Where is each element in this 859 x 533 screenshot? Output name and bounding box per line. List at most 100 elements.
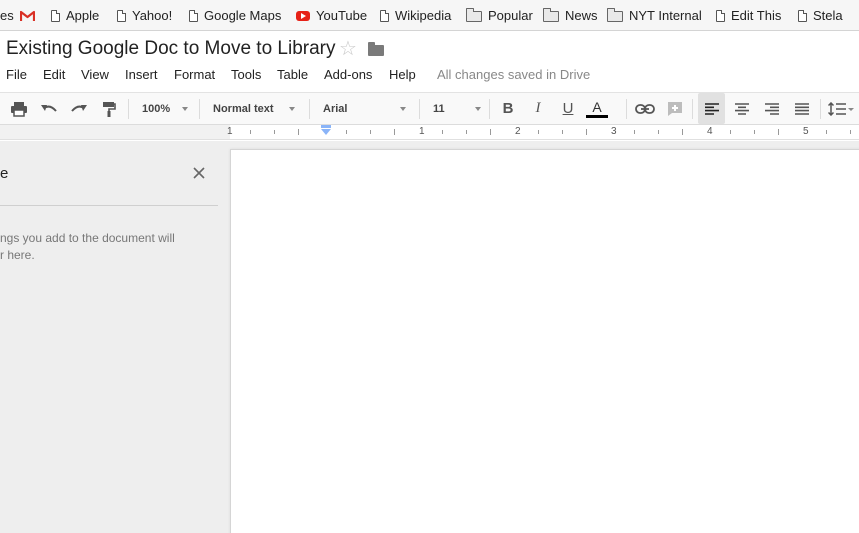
ruler-tick <box>250 130 251 134</box>
ruler-label: 2 <box>515 126 521 137</box>
toolbar-divider <box>309 99 310 119</box>
zoom-select[interactable]: 100% <box>142 93 194 124</box>
folder-icon <box>607 8 623 22</box>
text-color-button[interactable]: A <box>585 93 609 124</box>
menu-table[interactable]: Table <box>277 67 308 82</box>
print-icon <box>11 101 27 117</box>
outline-panel-title: e <box>0 165 9 182</box>
star-icon[interactable]: ☆ <box>339 38 357 60</box>
italic-button[interactable]: I <box>527 93 549 124</box>
underline-button[interactable]: U <box>557 93 579 124</box>
toolbar-divider <box>128 99 129 119</box>
ruler-tick <box>586 129 587 135</box>
toolbar-divider <box>692 99 693 119</box>
menu-bar: File Edit View Insert Format Tools Table… <box>0 64 859 86</box>
youtube-icon <box>296 10 310 21</box>
add-comment-icon <box>668 101 682 116</box>
menu-help[interactable]: Help <box>389 67 416 82</box>
bookmark-google-maps[interactable]: Google Maps <box>189 0 281 31</box>
ruler-tick <box>754 130 755 134</box>
align-center-button[interactable] <box>730 93 754 124</box>
bookmark-apple[interactable]: Apple <box>51 0 99 31</box>
bookmarks-bar: es Apple Yahoo! Google Maps YouTube Wiki… <box>0 0 859 31</box>
ruler-tick <box>346 130 347 134</box>
redo-button[interactable] <box>68 93 90 124</box>
bookmark-folder-nyt-internal[interactable]: NYT Internal <box>607 0 702 31</box>
bookmark-youtube[interactable]: YouTube <box>296 0 367 31</box>
first-line-indent-handle[interactable] <box>321 125 331 128</box>
close-outline-button[interactable] <box>191 165 207 181</box>
bookmark-stela[interactable]: Stela <box>798 0 843 31</box>
add-comment-button[interactable] <box>664 93 686 124</box>
ruler-tick <box>298 129 299 135</box>
document-page[interactable] <box>230 149 859 533</box>
menu-format[interactable]: Format <box>174 67 215 82</box>
left-indent-handle[interactable] <box>321 129 331 135</box>
justify-button[interactable] <box>790 93 814 124</box>
bookmark-wikipedia[interactable]: Wikipedia <box>380 0 451 31</box>
folder-icon[interactable] <box>368 42 384 56</box>
ruler[interactable]: 1 1 2 3 4 5 <box>0 125 859 140</box>
page-icon <box>716 9 725 22</box>
bookmark-yahoo[interactable]: Yahoo! <box>117 0 172 31</box>
caret-down-icon <box>475 107 481 111</box>
document-title[interactable]: Existing Google Doc to Move to Library <box>6 38 336 60</box>
folder-icon <box>466 8 482 22</box>
align-right-button[interactable] <box>760 93 784 124</box>
outline-divider <box>0 205 218 206</box>
ruler-tick <box>562 130 563 134</box>
ruler-tick <box>370 130 371 134</box>
ruler-tick <box>634 130 635 134</box>
align-left-button[interactable] <box>698 93 725 124</box>
toolbar-divider <box>820 99 821 119</box>
page-icon <box>798 9 807 22</box>
align-right-icon <box>765 102 779 115</box>
font-size-select[interactable]: 11 <box>433 93 483 124</box>
ruler-label: 4 <box>707 126 713 137</box>
caret-down-icon <box>289 107 295 111</box>
bookmark-folder-news[interactable]: News <box>543 0 598 31</box>
caret-down-icon <box>400 107 406 111</box>
insert-link-button[interactable] <box>634 93 656 124</box>
close-icon <box>193 167 205 179</box>
ruler-label: 5 <box>803 126 809 137</box>
menu-edit[interactable]: Edit <box>43 67 65 82</box>
menu-add-ons[interactable]: Add-ons <box>324 67 372 82</box>
ruler-tick <box>658 130 659 134</box>
align-center-icon <box>735 102 749 115</box>
font-select[interactable]: Arial <box>323 93 413 124</box>
ruler-tick <box>682 129 683 135</box>
undo-button[interactable] <box>38 93 60 124</box>
text-color-letter: A <box>592 98 602 115</box>
print-button[interactable] <box>8 93 30 124</box>
menu-tools[interactable]: Tools <box>231 67 261 82</box>
toolbar-divider <box>489 99 490 119</box>
bookmark-edit-this[interactable]: Edit This <box>716 0 781 31</box>
ruler-tick <box>394 129 395 135</box>
ruler-label: 3 <box>611 126 617 137</box>
menu-file[interactable]: File <box>6 67 27 82</box>
toolbar-divider <box>626 99 627 119</box>
bookmark-truncated[interactable]: es <box>0 0 14 31</box>
toolbar-divider <box>419 99 420 119</box>
menu-view[interactable]: View <box>81 67 109 82</box>
ruler-tick <box>490 129 491 135</box>
redo-icon <box>71 104 87 112</box>
bookmark-folder-popular[interactable]: Popular <box>466 0 533 31</box>
save-status[interactable]: All changes saved in Drive <box>437 67 590 82</box>
page-icon <box>380 9 389 22</box>
ruler-tick <box>442 130 443 134</box>
ruler-tick <box>730 130 731 134</box>
folder-icon <box>543 8 559 22</box>
caret-down-icon <box>182 107 188 111</box>
paint-format-button[interactable] <box>98 93 120 124</box>
gmail-icon <box>20 10 35 21</box>
bookmark-gmail[interactable] <box>20 0 35 31</box>
paragraph-style-select[interactable]: Normal text <box>213 93 303 124</box>
line-spacing-button[interactable] <box>826 93 856 124</box>
bold-button[interactable]: B <box>497 93 519 124</box>
page-icon <box>51 9 60 22</box>
link-icon <box>635 103 655 114</box>
menu-insert[interactable]: Insert <box>125 67 158 82</box>
page-icon <box>189 9 198 22</box>
